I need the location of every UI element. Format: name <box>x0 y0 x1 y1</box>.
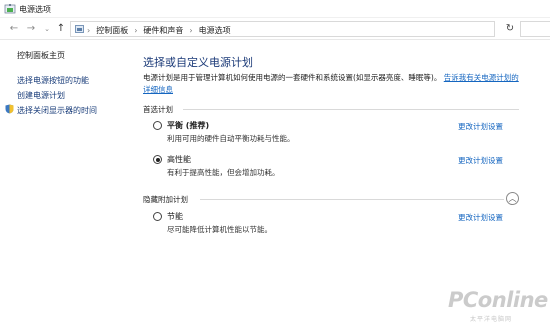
title-bar: 电源选项 <box>0 0 550 18</box>
shield-icon <box>5 104 14 114</box>
plan-desc-balanced: 利用可用的硬件自动平衡功耗与性能。 <box>167 134 295 143</box>
arrow-left-icon: ← <box>9 23 19 34</box>
chevron-down-icon: ⌄ <box>44 25 50 33</box>
arrow-up-icon: ↑ <box>56 23 66 34</box>
plan-desc-high-performance: 有利于提高性能，但会增加功耗。 <box>167 168 280 177</box>
sidebar-item-power-button[interactable]: 选择电源按钮的功能 <box>17 75 89 86</box>
control-panel-icon <box>75 25 84 33</box>
sidebar-home-link[interactable]: 控制面板主页 <box>17 50 65 61</box>
chevron-up-icon: ︿ <box>508 194 517 203</box>
plan-radio-high-performance[interactable] <box>153 155 162 164</box>
breadcrumb-separator: › <box>134 26 138 35</box>
preferred-plans-header: 首选计划 <box>143 105 173 114</box>
plan-radio-balanced[interactable] <box>153 121 162 130</box>
search-input[interactable] <box>520 21 550 37</box>
plan-name-power-saver[interactable]: 节能 <box>167 211 183 222</box>
plan-desc-power-saver: 尽可能降低计算机性能以节能。 <box>167 225 272 234</box>
plan-name-balanced[interactable]: 平衡 (推荐) <box>167 120 209 131</box>
up-button[interactable]: ↑ <box>55 23 67 35</box>
breadcrumb-separator: › <box>189 26 193 35</box>
main-content: 选择或自定义电源计划 电源计划是用于管理计算机如何使用电源的一套硬件和系统设置(… <box>140 40 550 329</box>
plan-name-high-performance[interactable]: 高性能 <box>167 154 191 165</box>
page-description: 电源计划是用于管理计算机如何使用电源的一套硬件和系统设置(如显示器亮度、睡眠等)… <box>143 72 523 96</box>
description-text: 电源计划是用于管理计算机如何使用电源的一套硬件和系统设置(如显示器亮度、睡眠等)… <box>143 73 442 82</box>
refresh-icon: ↻ <box>505 23 515 34</box>
hidden-plans-header[interactable]: 隐藏附加计划 <box>143 194 188 205</box>
back-button[interactable]: ← <box>8 23 20 35</box>
address-toolbar: ← → ⌄ ↑ › 控制面板 › 硬件和声音 › 电源选项 <box>0 18 550 40</box>
arrow-right-icon: → <box>26 23 36 34</box>
breadcrumb: › 控制面板 › 硬件和声音 › 电源选项 <box>87 25 231 36</box>
change-plan-settings-link[interactable]: 更改计划设置 <box>458 155 503 166</box>
section-divider <box>200 199 504 200</box>
address-bar[interactable]: › 控制面板 › 硬件和声音 › 电源选项 <box>70 21 495 37</box>
watermark-logo: PConline <box>448 288 548 312</box>
sidebar: 控制面板主页 选择电源按钮的功能 创建电源计划 选择关闭显示器的时间 <box>0 40 140 329</box>
change-plan-settings-link[interactable]: 更改计划设置 <box>458 121 503 132</box>
plan-radio-power-saver[interactable] <box>153 212 162 221</box>
collapse-hidden-plans-button[interactable]: ︿ <box>506 192 519 205</box>
page-title: 选择或自定义电源计划 <box>143 56 253 69</box>
section-divider <box>183 109 519 110</box>
sidebar-item-create-plan[interactable]: 创建电源计划 <box>17 90 65 101</box>
breadcrumb-separator: › <box>87 26 91 35</box>
window-title: 电源选项 <box>19 5 51 14</box>
breadcrumb-hardware-sound[interactable]: 硬件和声音 <box>143 26 183 35</box>
refresh-button[interactable]: ↻ <box>504 21 516 37</box>
watermark-subtitle: 太平洋电脑网 <box>470 316 513 323</box>
power-options-icon <box>4 4 16 14</box>
breadcrumb-power-options[interactable]: 电源选项 <box>199 26 231 35</box>
recent-locations-button[interactable]: ⌄ <box>41 23 53 35</box>
breadcrumb-control-panel[interactable]: 控制面板 <box>96 26 128 35</box>
change-plan-settings-link[interactable]: 更改计划设置 <box>458 212 503 223</box>
forward-button[interactable]: → <box>25 23 37 35</box>
sidebar-item-display-off[interactable]: 选择关闭显示器的时间 <box>17 105 97 116</box>
